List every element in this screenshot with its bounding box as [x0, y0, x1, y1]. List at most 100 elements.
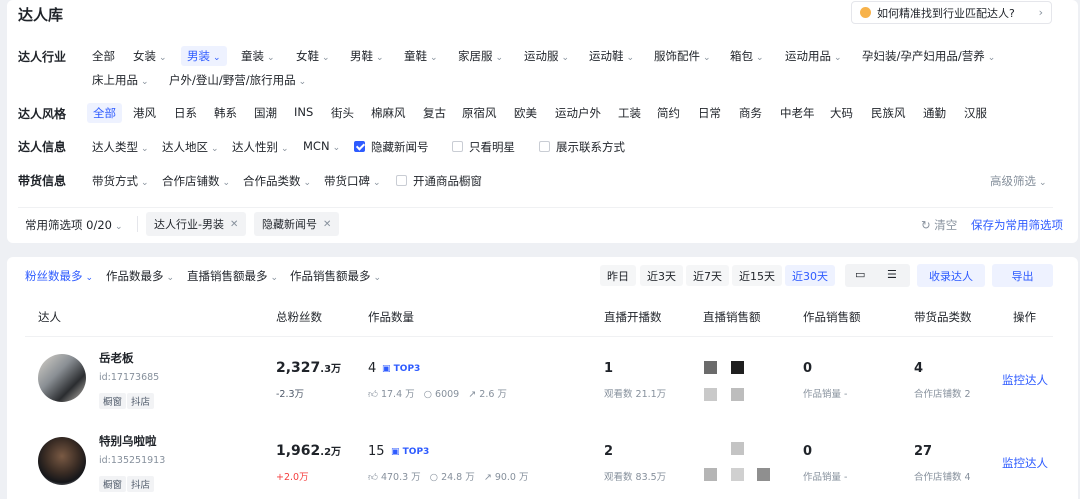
industry-option[interactable]: 男鞋 ⌄: [350, 48, 384, 64]
top3-badge[interactable]: ▣ TOP3: [391, 447, 429, 457]
dropdown-category-count[interactable]: 合作品类数 ⌄: [243, 173, 311, 189]
export-button[interactable]: 导出: [992, 264, 1053, 287]
style-option[interactable]: 商务: [739, 105, 762, 121]
talent-name[interactable]: 特别乌啦啦: [99, 433, 157, 449]
dropdown-talent-type[interactable]: 达人类型 ⌄: [92, 139, 149, 155]
chevron-down-icon: ⌄: [373, 178, 381, 188]
period-30d[interactable]: 近30天: [785, 265, 835, 286]
industry-option[interactable]: 童装 ⌄: [241, 48, 275, 64]
industry-option[interactable]: 家居服 ⌄: [458, 48, 503, 64]
industry-option[interactable]: 女装 ⌄: [133, 48, 167, 64]
style-option[interactable]: 韩系: [214, 105, 237, 121]
advanced-filter-button[interactable]: 高级筛选 ⌄: [990, 173, 1047, 189]
blurred-value: [731, 442, 744, 455]
chevron-down-icon: ⌄: [834, 53, 842, 63]
col-total-fans[interactable]: 总粉丝数: [276, 309, 322, 325]
close-icon[interactable]: ✕: [230, 219, 238, 230]
style-option[interactable]: 国潮: [254, 105, 277, 121]
dropdown-sales-method[interactable]: 带货方式 ⌄: [92, 173, 149, 189]
industry-option[interactable]: 运动鞋 ⌄: [589, 48, 634, 64]
style-option[interactable]: 港风: [133, 105, 156, 121]
talent-name[interactable]: 岳老板: [99, 350, 134, 366]
style-option[interactable]: 复古: [423, 105, 446, 121]
card-view-icon[interactable]: ▭: [855, 268, 865, 281]
industry-option[interactable]: 运动服 ⌄: [524, 48, 569, 64]
help-text: 如何精准找到行业匹配达人?: [877, 6, 1015, 20]
saved-filters-dropdown[interactable]: 常用筛选项 0/20 ⌄: [25, 217, 123, 233]
work-stats: 👍︎ 17.4 万 ○ 6009 ↗ 2.6 万: [368, 389, 507, 400]
style-option[interactable]: 日系: [174, 105, 197, 121]
style-option[interactable]: 街头: [331, 105, 354, 121]
live-views: 观看数 21.1万: [604, 389, 667, 400]
avatar[interactable]: [38, 354, 86, 402]
period-yesterday[interactable]: 昨日: [600, 265, 636, 286]
industry-option[interactable]: 床上用品 ⌄: [92, 72, 149, 88]
page-title: 达人库: [18, 6, 64, 24]
top3-badge[interactable]: ▣ TOP3: [382, 364, 420, 374]
style-option[interactable]: 汉服: [964, 105, 987, 121]
monitor-button[interactable]: 监控达人: [1002, 372, 1048, 388]
dropdown-reputation[interactable]: 带货口碑 ⌄: [324, 173, 381, 189]
dropdown-mcn[interactable]: MCN ⌄: [303, 139, 340, 153]
filter-tag-industry: 达人行业-男装 ✕: [146, 212, 247, 236]
blurred-value: [704, 388, 717, 401]
work-stats: 👍︎ 470.3 万 ○ 24.8 万 ↗ 90.0 万: [368, 472, 529, 483]
industry-option[interactable]: 箱包 ⌄: [730, 48, 764, 64]
industry-option[interactable]: 全部: [92, 48, 115, 64]
style-option[interactable]: 全部: [87, 103, 122, 123]
style-option[interactable]: 工装: [618, 105, 641, 121]
period-15d[interactable]: 近15天: [732, 265, 782, 286]
style-option[interactable]: 棉麻风: [371, 105, 406, 121]
dropdown-talent-region[interactable]: 达人地区 ⌄: [162, 139, 219, 155]
industry-option[interactable]: 女鞋 ⌄: [296, 48, 330, 64]
style-option[interactable]: 大码: [830, 105, 853, 121]
save-filters-button[interactable]: 保存为常用筛选项: [971, 217, 1063, 233]
close-icon[interactable]: ✕: [323, 219, 331, 230]
list-view-icon[interactable]: ☰: [887, 268, 897, 281]
style-option[interactable]: 欧美: [514, 105, 537, 121]
help-link[interactable]: 如何精准找到行业匹配达人? ›: [851, 1, 1052, 24]
dropdown-talent-gender[interactable]: 达人性别 ⌄: [232, 139, 289, 155]
col-work-sales: 作品销售额: [803, 310, 861, 324]
style-option[interactable]: 运动户外: [555, 105, 601, 121]
chevron-down-icon: ⌄: [376, 53, 384, 63]
sort-works[interactable]: 作品数最多 ⌄: [106, 268, 174, 284]
style-option[interactable]: 中老年: [780, 105, 815, 121]
style-option[interactable]: 日常: [698, 105, 721, 121]
checkbox-celebrity-only[interactable]: 只看明星: [452, 139, 515, 155]
industry-option[interactable]: 孕妇装/孕产妇用品/营养 ⌄: [862, 48, 995, 64]
industry-option[interactable]: 童鞋 ⌄: [404, 48, 438, 64]
calendar-icon: ▣: [382, 364, 391, 374]
monitor-button[interactable]: 监控达人: [1002, 455, 1048, 471]
sort-fans[interactable]: 粉丝数最多 ⌄: [25, 268, 93, 284]
divider: [18, 207, 1053, 208]
dropdown-shop-count[interactable]: 合作店铺数 ⌄: [162, 173, 230, 189]
industry-option[interactable]: 户外/登山/野营/旅行用品 ⌄: [169, 72, 306, 88]
period-7d[interactable]: 近7天: [686, 265, 729, 286]
industry-option[interactable]: 服饰配件 ⌄: [654, 48, 711, 64]
style-option[interactable]: 民族风: [871, 105, 906, 121]
industry-option[interactable]: 运动用品 ⌄: [785, 48, 842, 64]
double-chevron-down-icon: ⌄: [1039, 178, 1047, 188]
checkbox-show-contact[interactable]: 展示联系方式: [539, 139, 625, 155]
checkbox-product-window[interactable]: 开通商品橱窗: [396, 173, 482, 189]
style-option[interactable]: 通勤: [923, 105, 946, 121]
sort-live-sales[interactable]: 直播销售额最多 ⌄: [187, 268, 278, 284]
checkbox-hide-news[interactable]: 隐藏新闻号: [354, 139, 429, 155]
tag-shop: 抖店: [127, 393, 155, 409]
clear-button[interactable]: ↻ 清空: [921, 217, 957, 233]
industry-option[interactable]: 男装 ⌄: [181, 46, 227, 66]
sort-work-sales[interactable]: 作品销售额最多 ⌄: [290, 268, 381, 284]
style-option[interactable]: INS: [294, 105, 313, 119]
share-icon: ↗: [483, 472, 492, 483]
tag-window: 橱窗: [99, 393, 127, 409]
period-3d[interactable]: 近3天: [640, 265, 683, 286]
style-option[interactable]: 简约: [657, 105, 680, 121]
style-option[interactable]: 原宿风: [462, 105, 497, 121]
shop-count: 合作店铺数 4: [914, 472, 971, 483]
avatar[interactable]: [38, 437, 86, 485]
chevron-down-icon: ⌄: [114, 222, 123, 232]
collect-talent-button[interactable]: 收录达人: [917, 264, 985, 287]
chevron-down-icon: ⌄: [141, 178, 149, 188]
blurred-value: [731, 468, 744, 481]
